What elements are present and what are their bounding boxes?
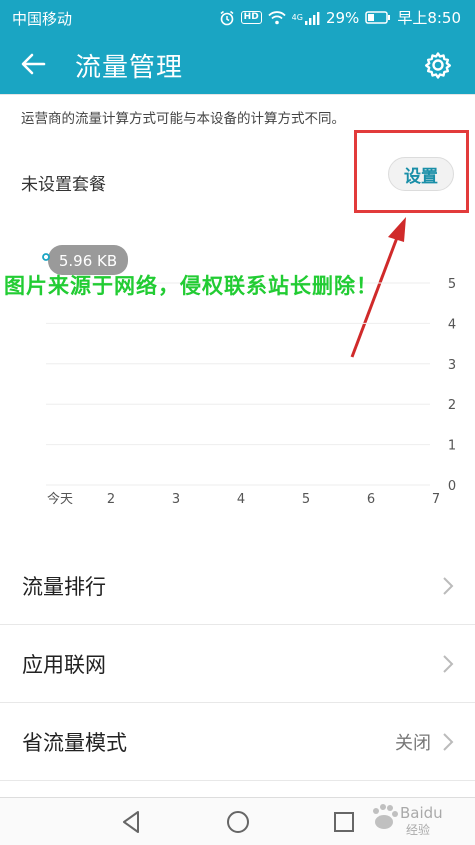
list-item-value: 关闭 [395,732,431,754]
clock: 早上8:50 [397,9,461,27]
list-item-traffic-ranking[interactable]: 流量排行 [0,547,475,625]
list-item-label: 应用联网 [22,652,106,677]
x-tick-label: 今天 [47,491,73,507]
tooltip-value: 5.96 KB [59,252,117,270]
status-icons: HD 4G 29% 早上8:50 [219,7,461,28]
x-tick-label: 3 [172,492,180,507]
list-item-data-saver[interactable]: 省流量模式 关闭 [0,703,475,781]
brand-name: Baidu [400,804,443,822]
x-tick-label: 5 [302,492,310,507]
list-item-app-network[interactable]: 应用联网 [0,625,475,703]
list-item-label: 流量排行 [22,574,106,599]
chevron-right-icon [443,576,454,595]
x-tick-label: 4 [237,492,245,507]
chevron-right-icon [443,654,454,673]
signal-icon: 4G [292,11,320,25]
carrier-notice: 运营商的流量计算方式可能与本设备的计算方式不同。 [21,111,345,127]
annotation-highlight-box [354,130,469,213]
page-title: 流量管理 [75,53,184,83]
hd-badge: HD [240,11,262,24]
gear-icon[interactable] [423,50,453,80]
back-triangle-icon[interactable] [118,808,146,836]
recents-square-icon[interactable] [330,808,358,836]
status-bar: 中国移动 HD 4G 29% 早上8:50 [0,0,475,34]
y-tick-label: 1 [448,439,456,454]
battery-percent: 29% [325,8,360,27]
home-circle-icon[interactable] [224,808,252,836]
data-point [42,253,50,261]
carrier-label: 中国移动 [12,10,73,28]
watermark-text: 图片来源于网络，侵权联系站长删除！ [4,274,378,298]
y-tick-label: 2 [448,398,456,413]
x-tick-label: 2 [107,492,115,507]
divider [0,94,475,95]
arrow-left-icon[interactable] [18,48,50,80]
plan-status-label: 未设置套餐 [21,175,106,195]
battery-icon [365,11,391,24]
wifi-icon [268,10,286,25]
brand-watermark: Baidu 经验 [373,804,443,837]
y-tick-label: 4 [448,317,456,332]
y-tick-label: 3 [448,358,456,373]
list-item-label: 省流量模式 [22,730,127,755]
x-tick-label: 7 [432,492,440,507]
network-type-label: 4G [291,13,303,22]
y-tick-label: 5 [448,277,456,292]
x-tick-label: 6 [367,492,375,507]
y-tick-label: 0 [448,479,456,494]
brand-sub: 经验 [406,822,430,837]
app-bar: 流量管理 [0,34,475,94]
chevron-right-icon [443,732,454,751]
alarm-icon [219,10,235,26]
